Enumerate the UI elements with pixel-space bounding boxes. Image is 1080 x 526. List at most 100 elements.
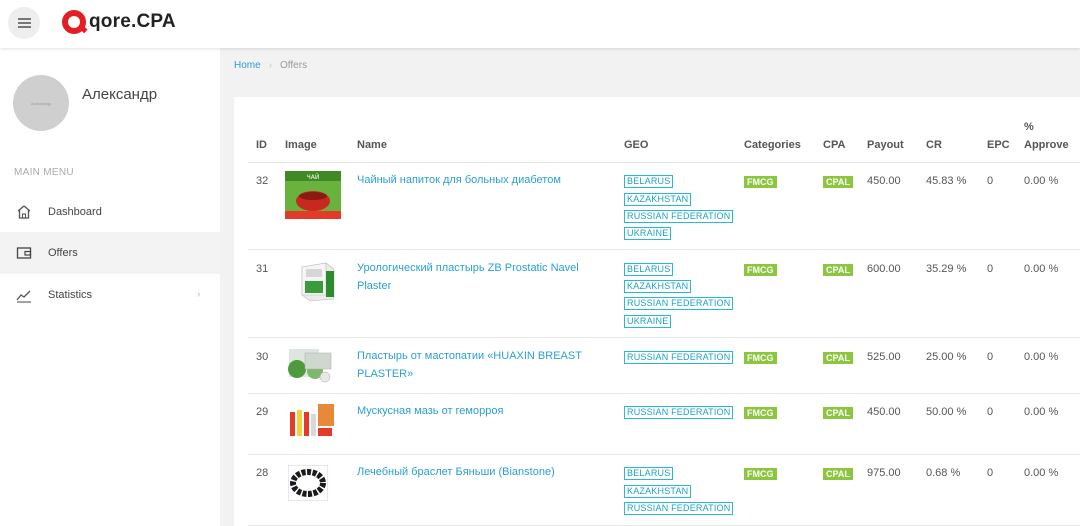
cpa-badge: CPAL	[823, 407, 853, 419]
column-header-geo[interactable]: GEO	[624, 139, 648, 151]
cpa-badge: CPAL	[823, 468, 853, 480]
hamburger-icon	[17, 18, 31, 28]
geo-tag: RUSSIAN FEDERATION	[624, 351, 734, 364]
offer-name-link[interactable]: Пластырь от мастопатии «HUAXIN BREAST	[357, 347, 582, 365]
cpa-badge: CPAL	[823, 176, 853, 188]
geo-tag: BELARUS	[624, 175, 674, 188]
cr-value: 35.29 %	[926, 263, 967, 275]
payout-value: 600.00	[867, 263, 901, 275]
offer-name-link[interactable]: Чайный напиток для больных диабетом	[357, 171, 561, 189]
cpa-badge: CPAL	[823, 352, 853, 364]
column-header-payout[interactable]: Payout	[867, 139, 904, 151]
category-badge: FMCG	[744, 264, 777, 276]
sidebar-item-statistics[interactable]: Statistics ›	[0, 274, 220, 316]
column-header-approve[interactable]: Approve	[1024, 139, 1069, 151]
row-divider	[248, 454, 1080, 455]
payout-value: 450.00	[867, 175, 901, 187]
offer-name-link[interactable]: Урологический пластырь ZB Prostatic Nave…	[357, 259, 579, 277]
top-header: qore.CPA	[0, 0, 1080, 48]
menu-toggle-button[interactable]	[8, 7, 40, 39]
bracelet-product-image[interactable]	[288, 465, 328, 501]
epc-value: 0	[987, 175, 994, 187]
logo-q-icon	[62, 10, 86, 34]
home-icon	[17, 205, 31, 219]
sidebar: Александр Александр MAIN MENU Dashboard …	[0, 48, 220, 526]
column-header-approve-symbol[interactable]: %	[1024, 121, 1034, 133]
sidebar-item-offers[interactable]: Offers	[0, 232, 220, 274]
payout-value: 525.00	[867, 351, 901, 363]
sidebar-item-dashboard[interactable]: Dashboard	[0, 191, 220, 233]
table-header-divider	[248, 162, 1080, 163]
cr-value: 0.68 %	[926, 467, 961, 479]
breadcrumb-home-link[interactable]: Home	[234, 60, 261, 71]
avatar[interactable]: Александр	[13, 75, 69, 131]
offer-id: 31	[256, 263, 269, 275]
category-badge: FMCG	[744, 176, 777, 188]
geo-tag: KAZAKHSTAN	[624, 280, 692, 293]
column-header-cr[interactable]: CR	[926, 139, 942, 151]
geo-tag: KAZAKHSTAN	[624, 485, 692, 498]
epc-value: 0	[987, 467, 994, 479]
payout-value: 975.00	[867, 467, 901, 479]
geo-tag: RUSSIAN FEDERATION	[624, 297, 734, 310]
geo-tag: KAZAKHSTAN	[624, 193, 692, 206]
approve-value: 0.00 %	[1024, 263, 1059, 275]
geo-tag: UKRAINE	[624, 227, 672, 240]
ointment-product-image[interactable]	[288, 402, 336, 442]
geo-tag: RUSSIAN FEDERATION	[624, 210, 734, 223]
brand-name: qore.CPA	[89, 11, 176, 32]
approve-value: 0.00 %	[1024, 467, 1059, 479]
main-menu-title: MAIN MENU	[14, 167, 74, 178]
epc-value: 0	[987, 406, 994, 418]
geo-tag: BELARUS	[624, 263, 674, 276]
cr-value: 45.83 %	[926, 175, 967, 187]
tea-drink-product-image[interactable]: ЧАЙ	[285, 171, 341, 219]
row-divider	[248, 337, 1080, 338]
breadcrumb: Home › Offers	[234, 60, 307, 71]
column-header-image: Image	[285, 139, 317, 151]
offer-id: 28	[256, 467, 269, 479]
offer-id: 32	[256, 175, 269, 187]
offer-name-link[interactable]: Лечебный браслет Бяньши (Bianstone)	[357, 463, 555, 481]
svg-text:ЧАЙ: ЧАЙ	[307, 174, 320, 181]
column-header-categories[interactable]: Categories	[744, 139, 801, 151]
approve-value: 0.00 %	[1024, 406, 1059, 418]
sidebar-item-label: Offers	[48, 247, 78, 259]
sidebar-item-label: Dashboard	[48, 206, 102, 218]
payout-value: 450.00	[867, 406, 901, 418]
column-header-cpa[interactable]: CPA	[823, 139, 845, 151]
sidebar-item-label: Statistics	[48, 289, 93, 301]
column-header-id[interactable]: ID	[256, 139, 267, 151]
avatar-text: Александр	[30, 100, 51, 106]
geo-tag: RUSSIAN FEDERATION	[624, 502, 734, 515]
category-badge: FMCG	[744, 468, 777, 480]
offer-name-link[interactable]: Мускусная мазь от геморроя	[357, 402, 503, 420]
wallet-icon	[16, 247, 32, 259]
approve-value: 0.00 %	[1024, 175, 1059, 187]
plaster-box-product-image[interactable]	[296, 259, 340, 303]
geo-tag: RUSSIAN FEDERATION	[624, 406, 734, 419]
column-header-epc[interactable]: EPC	[987, 139, 1010, 151]
cpa-badge: CPAL	[823, 264, 853, 276]
category-badge: FMCG	[744, 352, 777, 364]
brand-logo[interactable]: qore.CPA	[62, 10, 176, 34]
offer-name-link-continued[interactable]: Plaster	[357, 277, 391, 295]
breast-plaster-product-image[interactable]	[285, 347, 337, 385]
user-name[interactable]: Александр	[82, 86, 157, 103]
row-divider	[248, 393, 1080, 394]
chevron-right-icon: ›	[197, 289, 201, 300]
breadcrumb-current: Offers	[280, 60, 308, 71]
offer-name-link-continued[interactable]: PLASTER»	[357, 365, 413, 383]
geo-tag: UKRAINE	[624, 315, 672, 328]
cr-value: 25.00 %	[926, 351, 967, 363]
geo-tag: BELARUS	[624, 467, 674, 480]
offer-id: 30	[256, 351, 269, 363]
offer-id: 29	[256, 406, 269, 418]
approve-value: 0.00 %	[1024, 351, 1059, 363]
cr-value: 50.00 %	[926, 406, 967, 418]
epc-value: 0	[987, 351, 994, 363]
breadcrumb-separator-icon: ›	[268, 60, 273, 71]
epc-value: 0	[987, 263, 994, 275]
column-header-name[interactable]: Name	[357, 139, 387, 151]
row-divider	[248, 249, 1080, 250]
